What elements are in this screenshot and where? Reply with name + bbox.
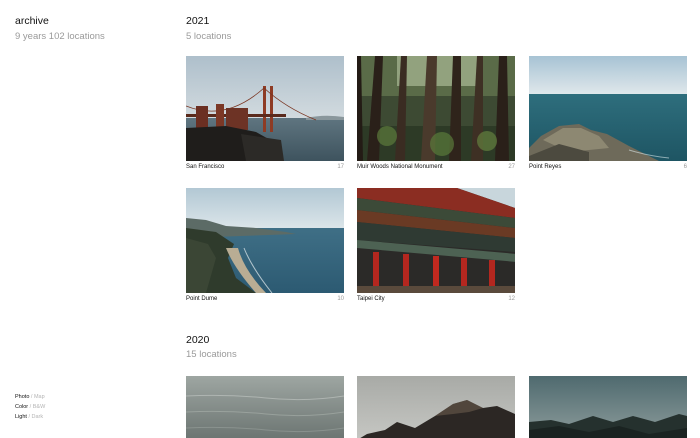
location-name: Taipei City xyxy=(357,296,385,302)
site-title[interactable]: archive xyxy=(15,15,49,27)
location-name: Muir Woods National Monument xyxy=(357,164,443,170)
location-photo[interactable] xyxy=(357,188,515,293)
year-location-count-2020: 15 locations xyxy=(186,349,237,360)
toggle-option-light[interactable]: Light xyxy=(15,414,27,420)
toggle-option-bw[interactable]: B&W xyxy=(33,404,46,410)
location-name: San Francisco xyxy=(186,164,225,170)
year-heading-2021: 2021 xyxy=(186,15,210,27)
toggle-option-color[interactable]: Color xyxy=(15,404,28,410)
site-summary: 9 years 102 locations xyxy=(15,31,105,42)
location-card-point-dume[interactable]: Point Dume 10 xyxy=(186,188,344,302)
toggle-option-map[interactable]: Map xyxy=(34,394,45,400)
photo-count: 27 xyxy=(508,164,515,170)
year-location-count-2021: 5 locations xyxy=(186,31,232,42)
toggle-light-dark[interactable]: Light / Dark xyxy=(15,412,45,422)
photo-count: 17 xyxy=(337,164,344,170)
location-name: Point Dume xyxy=(186,296,218,302)
location-card[interactable] xyxy=(529,376,687,438)
location-photo[interactable] xyxy=(186,188,344,293)
toggle-color-bw[interactable]: Color / B&W xyxy=(15,402,45,412)
toggle-option-dark[interactable]: Dark xyxy=(32,414,44,420)
location-photo[interactable] xyxy=(186,376,344,438)
photo-count: 10 xyxy=(337,296,344,302)
location-photo[interactable] xyxy=(529,376,687,438)
location-card-san-francisco[interactable]: San Francisco 17 xyxy=(186,56,344,170)
toggle-photo-map[interactable]: Photo / Map xyxy=(15,392,45,402)
location-card[interactable] xyxy=(357,376,515,438)
location-card-point-reyes[interactable]: Point Reyes 6 xyxy=(529,56,687,170)
location-card-taipei-city[interactable]: Taipei City 12 xyxy=(357,188,515,302)
location-name: Point Reyes xyxy=(529,164,562,170)
photo-count: 6 xyxy=(683,164,687,170)
location-photo[interactable] xyxy=(357,376,515,438)
location-card[interactable] xyxy=(186,376,344,438)
toggle-option-photo[interactable]: Photo xyxy=(15,394,29,400)
location-card-muir-woods[interactable]: Muir Woods National Monument 27 xyxy=(357,56,515,170)
location-photo[interactable] xyxy=(357,56,515,161)
year-heading-2020: 2020 xyxy=(186,334,210,346)
view-toggles: Photo / Map Color / B&W Light / Dark xyxy=(15,392,45,422)
location-photo[interactable] xyxy=(186,56,344,161)
location-photo[interactable] xyxy=(529,56,687,161)
photo-count: 12 xyxy=(508,296,515,302)
